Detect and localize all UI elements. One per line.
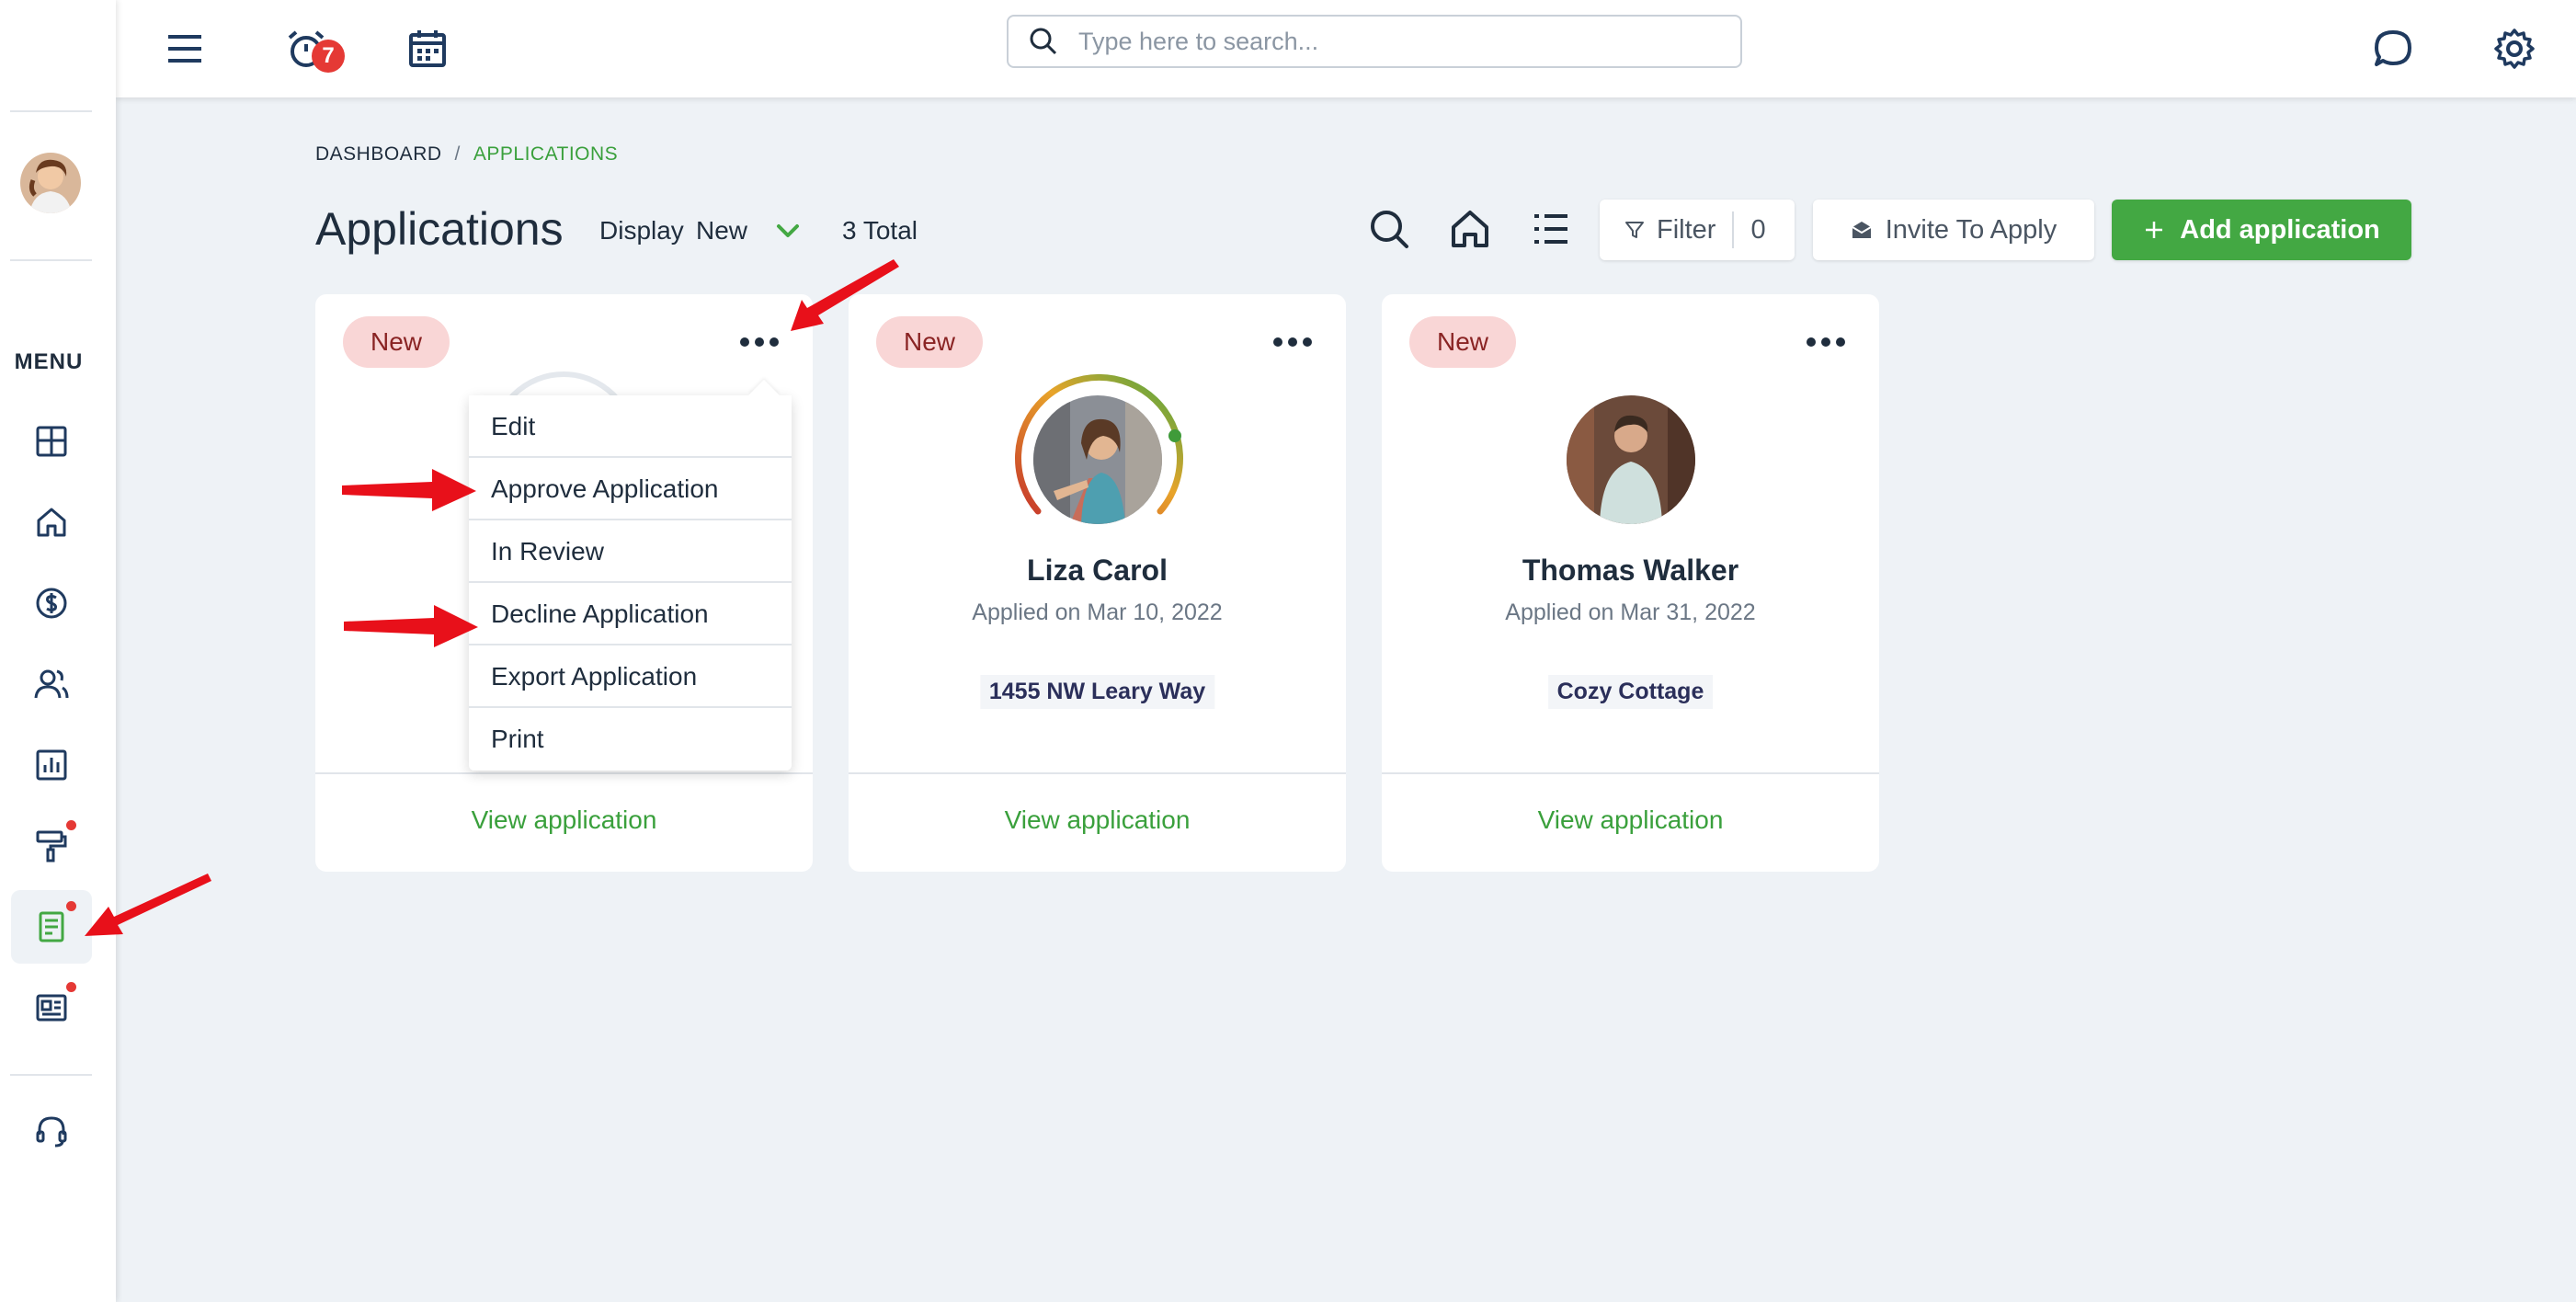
sidebar: MENU <box>0 0 116 1302</box>
more-options-button[interactable] <box>1798 316 1853 368</box>
chat-bubble-icon <box>2375 30 2411 66</box>
add-application-button[interactable]: Add application <box>2112 200 2411 260</box>
sidebar-item-applications[interactable] <box>11 890 92 964</box>
search-icon <box>1371 211 1408 248</box>
card-divider <box>315 772 813 774</box>
status-badge: New <box>876 316 984 368</box>
menu-item-decline-application[interactable]: Decline Application <box>469 583 792 645</box>
applied-date: Applied on Mar 31, 2022 <box>1505 600 1756 625</box>
sidebar-item-reports[interactable] <box>11 728 92 802</box>
document-icon <box>39 911 64 942</box>
view-application-link[interactable]: View application <box>315 805 813 835</box>
messages-button[interactable] <box>2361 17 2425 81</box>
sidebar-divider <box>10 259 92 261</box>
list-view-button[interactable] <box>1525 203 1577 255</box>
applicant-photo <box>1566 395 1695 524</box>
sidebar-item-home[interactable] <box>11 485 92 559</box>
breadcrumb: DASHBOARD / APPLICATIONS <box>315 143 618 166</box>
search-input[interactable] <box>1078 27 1704 56</box>
view-application-link[interactable]: View application <box>849 805 1346 835</box>
newspaper-icon <box>36 994 67 1022</box>
breadcrumb-dashboard[interactable]: DASHBOARD <box>315 143 442 166</box>
status-badge: New <box>343 316 450 368</box>
users-icon <box>34 669 69 699</box>
filter-button[interactable]: Filter 0 <box>1600 200 1795 260</box>
card-divider <box>1382 772 1879 774</box>
status-badge: New <box>1409 316 1517 368</box>
breadcrumb-current: APPLICATIONS <box>473 143 619 165</box>
funnel-icon <box>1625 222 1644 238</box>
property-tag[interactable]: 1455 NW Leary Way <box>979 675 1215 709</box>
display-label: Display <box>599 216 684 245</box>
applicant-name: Liza Carol <box>1027 554 1168 587</box>
menu-item-approve-application[interactable]: Approve Application <box>469 458 792 520</box>
invite-label: Invite To Apply <box>1885 214 2057 245</box>
sidebar-divider <box>10 1074 92 1076</box>
sidebar-divider <box>10 110 92 112</box>
sidebar-item-contacts[interactable] <box>11 647 92 721</box>
invite-to-apply-button[interactable]: Invite To Apply <box>1813 200 2094 260</box>
calendar-icon <box>409 30 446 67</box>
display-select[interactable]: New <box>696 216 747 246</box>
menu-toggle-button[interactable] <box>153 17 217 81</box>
user-avatar[interactable] <box>20 153 81 213</box>
notification-dot <box>66 982 76 992</box>
home-icon <box>1452 211 1488 247</box>
dollar-icon <box>36 588 67 619</box>
application-card: New Liza Carol Applied on Mar 10, 2022 1… <box>849 294 1346 872</box>
page-title: Applications <box>315 203 564 255</box>
sidebar-item-dashboard[interactable] <box>11 405 92 478</box>
menu-item-edit[interactable]: Edit <box>469 395 792 458</box>
filter-count: 0 <box>1750 214 1766 245</box>
add-label: Add application <box>2180 214 2380 245</box>
search-bar[interactable] <box>1007 15 1742 68</box>
menu-label: MENU <box>14 349 84 374</box>
chart-icon <box>36 749 67 781</box>
settings-button[interactable] <box>2482 17 2547 81</box>
applicant-photo <box>1032 395 1162 524</box>
plus-icon <box>2146 222 2163 238</box>
more-options-button[interactable] <box>732 316 787 368</box>
applied-date: Applied on Mar 10, 2022 <box>972 600 1223 625</box>
sidebar-item-maintenance[interactable] <box>11 809 92 883</box>
sidebar-item-support[interactable] <box>11 1094 92 1168</box>
total-count: 3 Total <box>842 216 918 245</box>
paint-roller-icon <box>36 830 67 862</box>
notification-count-badge: 7 <box>312 40 345 73</box>
filter-separator <box>1732 211 1735 248</box>
chevron-down-icon[interactable] <box>770 213 805 248</box>
home-icon <box>37 508 66 537</box>
search-icon <box>1030 28 1057 55</box>
headset-icon <box>36 1116 67 1148</box>
menu-item-print[interactable]: Print <box>469 708 792 771</box>
topbar: 7 <box>116 0 2576 97</box>
notification-dot <box>66 901 76 911</box>
envelope-icon <box>1852 222 1872 238</box>
application-card: New Thomas Walker Applied on Mar 31, 202… <box>1382 294 1879 872</box>
menu-item-export-application[interactable]: Export Application <box>469 645 792 708</box>
card-options-menu: Edit Approve Application In Review Decli… <box>469 380 792 771</box>
notification-dot <box>66 820 76 830</box>
list-icon <box>1534 214 1567 244</box>
gear-icon <box>2494 29 2535 69</box>
sidebar-item-payments[interactable] <box>11 566 92 640</box>
sidebar-item-listings[interactable] <box>11 971 92 1045</box>
applicant-name: Thomas Walker <box>1522 554 1739 587</box>
calendar-button[interactable] <box>395 17 460 81</box>
menu-item-in-review[interactable]: In Review <box>469 520 792 583</box>
breadcrumb-separator: / <box>454 143 461 165</box>
search-view-button[interactable] <box>1363 203 1415 255</box>
more-options-button[interactable] <box>1265 316 1320 368</box>
hamburger-icon <box>168 35 201 63</box>
card-divider <box>849 772 1346 774</box>
dashboard-icon <box>36 426 67 457</box>
property-view-button[interactable] <box>1444 203 1496 255</box>
filter-label: Filter <box>1657 214 1716 245</box>
view-application-link[interactable]: View application <box>1382 805 1879 835</box>
property-tag[interactable]: Cozy Cottage <box>1547 675 1714 709</box>
